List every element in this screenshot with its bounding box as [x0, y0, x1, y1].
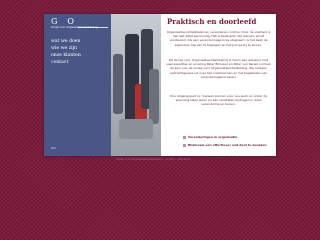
- logo-letter-g: G: [51, 17, 59, 26]
- logo[interactable]: GO: [51, 17, 84, 26]
- bullet-icon: [183, 143, 186, 147]
- nav-item-wie-we-zijn[interactable]: wie we zijn: [51, 45, 81, 52]
- site-frame: GO Groep voor Organisatieontwikkeling wa…: [44, 14, 276, 156]
- footer-copyright: Groep voor Organisatieontwikkeling - con…: [116, 158, 191, 161]
- footer-mark: GO: [51, 146, 56, 150]
- link-bilateraal[interactable]: Bilateraal een effectiever wat doet te b…: [183, 143, 267, 147]
- header-photo: [111, 14, 161, 156]
- nav-item-contact[interactable]: contact: [51, 59, 81, 66]
- nav-item-onze-klanten[interactable]: onze klanten: [51, 52, 81, 59]
- bullet-icon: [183, 135, 186, 139]
- main-content: Praktisch en doorleefd Organisaties ontw…: [161, 14, 276, 156]
- tagline-divider: [78, 27, 108, 28]
- link-label: Bilateraal een effectiever wat doet te b…: [188, 143, 267, 147]
- intro-paragraph: Organisaties ontwikkelen en veranderen c…: [166, 30, 271, 47]
- link-label: Veranderingen in organisatie: [188, 135, 238, 139]
- approach-paragraph: Ons uitgangspunt is: mensen kunnen voor …: [169, 94, 268, 107]
- link-veranderingen[interactable]: Veranderingen in organisatie: [183, 135, 237, 139]
- sidebar: GO Groep voor Organisatieontwikkeling wa…: [44, 14, 111, 156]
- about-paragraph: De Groep voor Organisatieontwikkeling is…: [166, 58, 271, 79]
- nav-item-wat-we-doen[interactable]: wat we doen: [51, 38, 81, 45]
- main-nav: wat we doen wie we zijn onze klanten con…: [51, 38, 81, 66]
- page-title: Praktisch en doorleefd: [167, 17, 257, 26]
- logo-letter-o: O: [67, 17, 75, 26]
